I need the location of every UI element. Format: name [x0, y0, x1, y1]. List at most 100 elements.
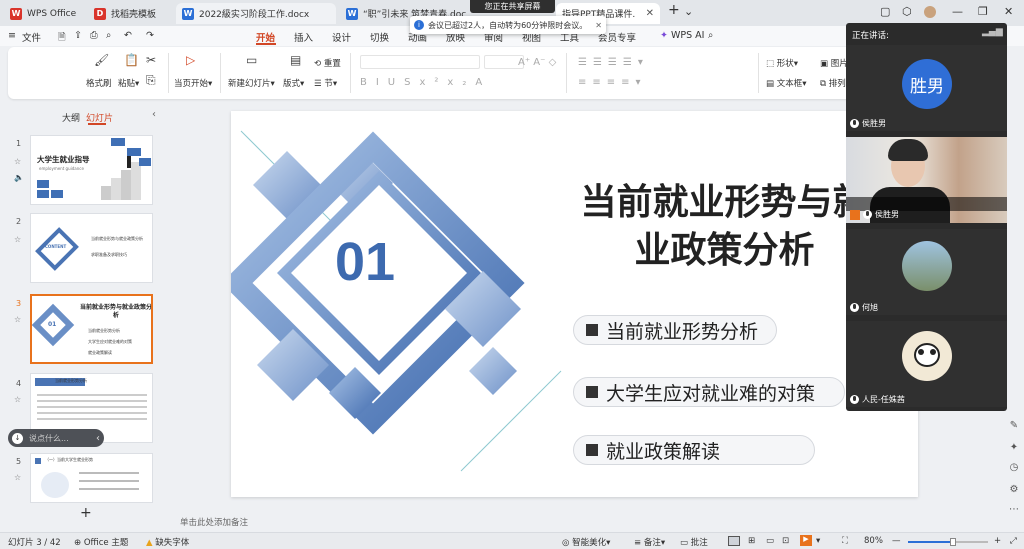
normal-view-icon[interactable]: [728, 536, 740, 546]
missing-font-warning[interactable]: ▲ 缺失字体: [146, 536, 189, 548]
participant-video-tile[interactable]: 侯胜男: [846, 137, 1007, 223]
star-icon[interactable]: ☆: [14, 157, 21, 166]
star-icon[interactable]: ☆: [14, 395, 21, 404]
picture-button[interactable]: ▣ 图片: [820, 57, 848, 69]
play-slideshow-button[interactable]: ▶: [800, 535, 812, 546]
textbox-button[interactable]: ▤ 文本框▾: [766, 77, 807, 89]
zoom-in-button[interactable]: +: [994, 536, 1001, 546]
fullscreen-icon[interactable]: ⤢: [1010, 536, 1017, 546]
play-from-current-button[interactable]: 当页开始▾: [174, 77, 212, 89]
save-icon[interactable]: 🗎: [58, 30, 66, 46]
align-buttons[interactable]: ≡≡≡≡▾: [578, 77, 647, 88]
chevron-down-icon[interactable]: ▾: [816, 536, 820, 546]
print-icon[interactable]: ⎙: [90, 30, 98, 41]
redo-icon[interactable]: ↷: [146, 30, 154, 41]
tab-transition[interactable]: 切换: [370, 30, 389, 44]
cut-icon[interactable]: ✂: [146, 53, 156, 67]
fit-window-icon[interactable]: ⛶: [842, 536, 848, 546]
shape-button[interactable]: ⬚ 形状▾: [766, 57, 798, 69]
chat-input[interactable]: ↓ 说点什么... ‹: [8, 429, 104, 447]
layout-icon[interactable]: ▤: [290, 53, 301, 67]
mic-icon: [863, 210, 872, 219]
minimize-icon[interactable]: —: [952, 5, 963, 18]
sorter-view-icon[interactable]: ⊞: [748, 536, 755, 546]
preview-icon[interactable]: ⌕: [106, 30, 111, 41]
tab-home[interactable]: 开始: [256, 30, 275, 44]
tab-insert[interactable]: 插入: [294, 30, 313, 44]
participant-tile[interactable]: 人民-任姝茜: [846, 321, 1007, 407]
paste-button[interactable]: 粘贴▾: [118, 77, 139, 89]
slide-canvas[interactable]: 01 当前就业形势与就 业政策分析 当前就业形势分析 大学生应对就业难的对策 就…: [231, 111, 918, 497]
reading-view-icon[interactable]: ▭: [766, 536, 774, 546]
format-painter-button[interactable]: 格式刷: [86, 77, 112, 89]
font-family-select[interactable]: [360, 55, 480, 69]
user-avatar[interactable]: [924, 6, 936, 18]
tab-wps-office[interactable]: W WPS Office: [4, 3, 84, 24]
comments-button[interactable]: ▭ 批注: [680, 536, 708, 548]
screen-share-banner: 您正在共享屏幕: [470, 0, 555, 13]
reset-button[interactable]: ⟲ 重置: [314, 57, 341, 69]
sparkle-icon[interactable]: ✦: [1007, 442, 1021, 453]
export-icon[interactable]: ⇪: [74, 30, 82, 41]
window-layout-icon[interactable]: ▢: [880, 5, 890, 18]
new-slide-button[interactable]: 新建幻灯片▾: [228, 77, 275, 89]
tab-design[interactable]: 设计: [332, 30, 351, 44]
copy-icon[interactable]: ⎘: [146, 73, 156, 88]
zoom-slider[interactable]: [908, 538, 988, 546]
collapse-panel-icon[interactable]: ‹: [152, 109, 156, 120]
paste-icon[interactable]: 📋: [124, 53, 139, 67]
new-tab-icon[interactable]: +: [668, 2, 680, 18]
thumb-title: （一）当前大学生就业形势: [45, 457, 93, 462]
settings-icon[interactable]: ⚙: [1007, 484, 1021, 495]
slide-thumbnail-5[interactable]: （一）当前大学生就业形势: [30, 453, 153, 503]
star-icon[interactable]: ☆: [14, 315, 21, 324]
list-buttons[interactable]: ☰☰☰☰▾: [578, 57, 649, 68]
fit-view-icon[interactable]: ⊡: [782, 536, 789, 546]
zoom-level[interactable]: 80%: [864, 536, 883, 546]
zoom-out-button[interactable]: —: [892, 536, 901, 546]
pencil-icon[interactable]: ✎: [1007, 420, 1021, 431]
notes-button[interactable]: ≡ 备注▾: [634, 536, 665, 548]
chevron-left-icon[interactable]: ‹: [96, 433, 100, 444]
outline-tab[interactable]: 大纲: [62, 111, 80, 124]
section-button[interactable]: ☰ 节▾: [314, 77, 337, 89]
play-icon[interactable]: ▷: [186, 53, 195, 67]
undo-icon[interactable]: ↶: [124, 30, 132, 41]
restore-icon[interactable]: ❐: [978, 5, 988, 18]
new-slide-icon[interactable]: ▭: [246, 53, 257, 67]
cube-icon[interactable]: ⬡: [902, 5, 912, 18]
smart-beautify-button[interactable]: ◎ 智能美化▾: [562, 536, 610, 548]
slide-thumbnail-3[interactable]: 01 当前就业形势与就业政策分析 当前就业形势分析 大学生应对就业难的对策 就业…: [30, 294, 153, 364]
font-grow-icon[interactable]: A⁺ A⁻ ◇: [518, 57, 556, 68]
tab-docer[interactable]: D 找稻壳模板: [88, 3, 170, 24]
close-icon[interactable]: ✕: [640, 8, 654, 19]
format-painter-icon[interactable]: 🖌: [94, 53, 109, 67]
search-icon[interactable]: ⌕: [708, 30, 713, 41]
font-style-buttons[interactable]: BIUSx²x₂A: [360, 77, 491, 88]
add-slide-button[interactable]: +: [80, 505, 92, 521]
hamburger-icon[interactable]: ≡: [8, 30, 16, 41]
star-icon[interactable]: ☆: [14, 473, 21, 482]
meeting-notice-toast: i 会议已超过2人，自动转为60分钟限时会议。 ✕: [410, 16, 606, 34]
participant-tile[interactable]: 胜男 侯胜男: [846, 45, 1007, 131]
star-icon[interactable]: ☆: [14, 235, 21, 244]
file-menu[interactable]: 文件: [22, 30, 41, 44]
download-icon: ↓: [12, 432, 23, 444]
window-close-icon[interactable]: ✕: [1004, 5, 1013, 18]
wps-ai-button[interactable]: ✦ WPS AI: [660, 30, 704, 41]
slide-thumbnail-2[interactable]: CONTENT 当前就业形势与就业政策分析 求职准备及求职技巧: [30, 213, 153, 283]
participant-tile[interactable]: 何旭: [846, 229, 1007, 315]
chevron-down-icon[interactable]: ⌄: [684, 5, 693, 18]
sound-icon[interactable]: 🔈: [14, 173, 24, 182]
slide-thumbnail-1[interactable]: 大学生就业指导 employment guidance: [30, 135, 153, 205]
zoom-slider-handle[interactable]: [950, 538, 956, 546]
notes-placeholder[interactable]: 单击此处添加备注: [180, 516, 248, 528]
tab-word-doc-1[interactable]: W 2022級实习阶段工作.docx: [176, 3, 336, 24]
layout-button[interactable]: 版式▾: [283, 77, 304, 89]
clock-icon[interactable]: ◷: [1007, 462, 1021, 473]
arrange-button[interactable]: ⧉ 排列: [820, 77, 846, 89]
thumb-item: 当前就业形势分析: [88, 328, 120, 333]
theme-name[interactable]: ⊕ Office 主题: [74, 536, 128, 548]
close-icon[interactable]: ✕: [595, 21, 602, 30]
more-icon[interactable]: ⋯: [1007, 504, 1021, 515]
